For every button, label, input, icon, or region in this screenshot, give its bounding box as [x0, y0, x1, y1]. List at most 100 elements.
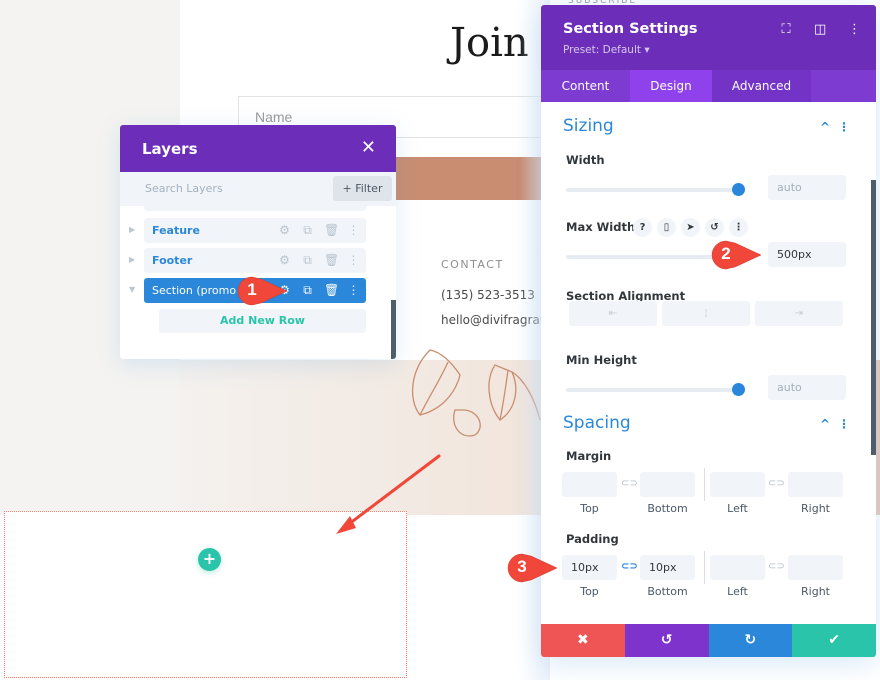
duplicate-icon[interactable]: ⧉ [301, 252, 314, 268]
fullscreen-icon[interactable]: ⛶ [780, 22, 792, 37]
more-icon[interactable]: ⋮ [848, 22, 861, 37]
step-badge-2: 2 [711, 240, 762, 270]
close-icon[interactable]: ✕ [361, 137, 376, 158]
collapse-icon[interactable]: ▼ [129, 285, 135, 294]
settings-title: Section Settings [563, 21, 698, 37]
margin-right-input[interactable] [788, 472, 843, 497]
undo-button[interactable]: ↺ [624, 624, 709, 657]
trash-icon[interactable]: 🗑 [324, 222, 339, 238]
padding-left-label: Left [727, 585, 748, 598]
min-height-label: Min Height [566, 353, 637, 367]
margin-bottom-label: Bottom [647, 502, 688, 515]
more-icon[interactable]: ⋮ [347, 252, 360, 268]
expand-icon[interactable]: ▶ [129, 255, 135, 264]
more-icon[interactable]: ⋮ [347, 222, 360, 238]
layer-label: Feature [152, 224, 200, 237]
spacing-group-title[interactable]: Spacing [563, 413, 631, 433]
sizing-group-controls[interactable]: ^⋮ [820, 120, 858, 134]
step-number: 2 [721, 244, 731, 263]
margin-label: Margin [566, 449, 612, 463]
step-number: 1 [247, 280, 257, 299]
layers-panel: Layers ✕ Search Layers + Filter ▶ Featur… [120, 125, 396, 359]
add-new-row-button[interactable]: Add New Row [159, 309, 366, 333]
layer-actions: ⚙ ⧉ 🗑 ⋮ [278, 282, 360, 298]
layer-actions: ⚙ ⧉ 🗑 ⋮ [278, 252, 360, 268]
layer-row-partial[interactable] [144, 203, 366, 211]
new-section-placeholder[interactable] [4, 511, 407, 678]
layer-actions: ⚙ ⧉ 🗑 ⋮ [278, 222, 360, 238]
margin-right-label: Right [801, 502, 830, 515]
duplicate-icon[interactable]: ⧉ [301, 222, 314, 238]
align-center-button[interactable]: ¦ [662, 301, 750, 326]
hover-icon[interactable]: ➤ [681, 218, 700, 237]
header-icons: ⛶ ◫ ⋮ [780, 22, 861, 37]
padding-top-label: Top [580, 585, 599, 598]
settings-header: Section Settings Preset: Default ▾ ⛶ ◫ ⋮ [541, 5, 876, 70]
margin-left-input[interactable] [710, 472, 765, 497]
step-badge-3: 3 [507, 553, 558, 583]
help-icon[interactable]: ? [633, 218, 652, 237]
min-height-slider-handle[interactable] [732, 383, 745, 396]
name-placeholder: Name [255, 109, 293, 125]
padding-bottom-label: Bottom [647, 585, 688, 598]
expand-icon[interactable]: ▶ [129, 225, 135, 234]
split-view-icon[interactable]: ◫ [814, 22, 826, 37]
layer-row-feature[interactable]: ▶ Feature ⚙ ⧉ 🗑 ⋮ [129, 218, 366, 243]
redo-button[interactable]: ↻ [708, 624, 793, 657]
duplicate-icon[interactable]: ⧉ [301, 282, 314, 298]
gear-icon[interactable]: ⚙ [278, 222, 291, 238]
reset-icon[interactable]: ↺ [705, 218, 724, 237]
settings-tabs: Content Design Advanced [541, 70, 876, 102]
layer-label: Section (promo p [152, 284, 247, 297]
width-input[interactable]: auto [768, 175, 846, 200]
step-number: 3 [517, 557, 527, 576]
add-module-button[interactable]: + [198, 548, 221, 571]
margin-bottom-input[interactable] [640, 472, 695, 497]
layer-row-footer[interactable]: ▶ Footer ⚙ ⧉ 🗑 ⋮ [129, 248, 366, 273]
padding-link-icon[interactable]: ⊂⊃ [768, 561, 785, 572]
width-slider-handle[interactable] [732, 183, 745, 196]
responsive-icon[interactable]: ▯ [657, 218, 676, 237]
min-height-input[interactable]: auto [768, 375, 846, 400]
margin-left-label: Left [727, 502, 748, 515]
padding-left-input[interactable] [710, 555, 765, 580]
padding-right-input[interactable] [788, 555, 843, 580]
layers-scrollbar[interactable] [391, 300, 396, 359]
cancel-button[interactable]: ✖ [541, 624, 625, 657]
max-width-input[interactable]: 500px [768, 242, 846, 267]
settings-footer: ✖ ↺ ↻ ✔ [541, 624, 876, 657]
padding-bottom-input[interactable]: 10px [640, 555, 695, 580]
trash-icon[interactable]: 🗑 [324, 282, 339, 298]
step-badge-1: 1 [237, 276, 288, 306]
tab-design[interactable]: Design [630, 70, 712, 102]
spacing-divider [704, 468, 705, 501]
width-slider[interactable] [566, 183, 745, 196]
margin-top-input[interactable] [562, 472, 617, 497]
align-right-button[interactable]: ⇥ [755, 301, 843, 326]
margin-link-icon[interactable]: ⊂⊃ [621, 478, 638, 489]
min-height-slider[interactable] [566, 383, 745, 396]
max-width-option-icons: ? ▯ ➤ ↺ ⋮ [633, 218, 748, 237]
sizing-group-title[interactable]: Sizing [563, 116, 614, 136]
preset-dropdown[interactable]: Preset: Default ▾ [563, 44, 650, 56]
padding-top-input[interactable]: 10px [562, 555, 617, 580]
tab-advanced[interactable]: Advanced [712, 70, 811, 102]
margin-link-icon[interactable]: ⊂⊃ [768, 478, 785, 489]
padding-label: Padding [566, 532, 619, 546]
width-label: Width [566, 153, 605, 167]
more-icon[interactable]: ⋮ [729, 218, 748, 237]
search-layers-input[interactable]: Search Layers [145, 182, 223, 195]
tab-content[interactable]: Content [541, 70, 630, 102]
spacing-divider [704, 551, 705, 584]
more-icon[interactable]: ⋮ [347, 282, 360, 298]
trash-icon[interactable]: 🗑 [324, 252, 339, 268]
settings-body: Sizing ^⋮ Width auto Max Width ? ▯ ➤ ↺ ⋮… [541, 102, 876, 622]
settings-scrollbar[interactable] [871, 180, 876, 455]
align-left-button[interactable]: ⇤ [569, 301, 657, 326]
filter-button[interactable]: + Filter [333, 176, 392, 201]
gear-icon[interactable]: ⚙ [278, 252, 291, 268]
spacing-group-controls[interactable]: ^⋮ [820, 417, 858, 431]
padding-link-icon[interactable]: ⊂⊃ [621, 561, 638, 572]
section-settings-panel: Section Settings Preset: Default ▾ ⛶ ◫ ⋮… [541, 5, 876, 657]
save-button[interactable]: ✔ [792, 624, 876, 657]
